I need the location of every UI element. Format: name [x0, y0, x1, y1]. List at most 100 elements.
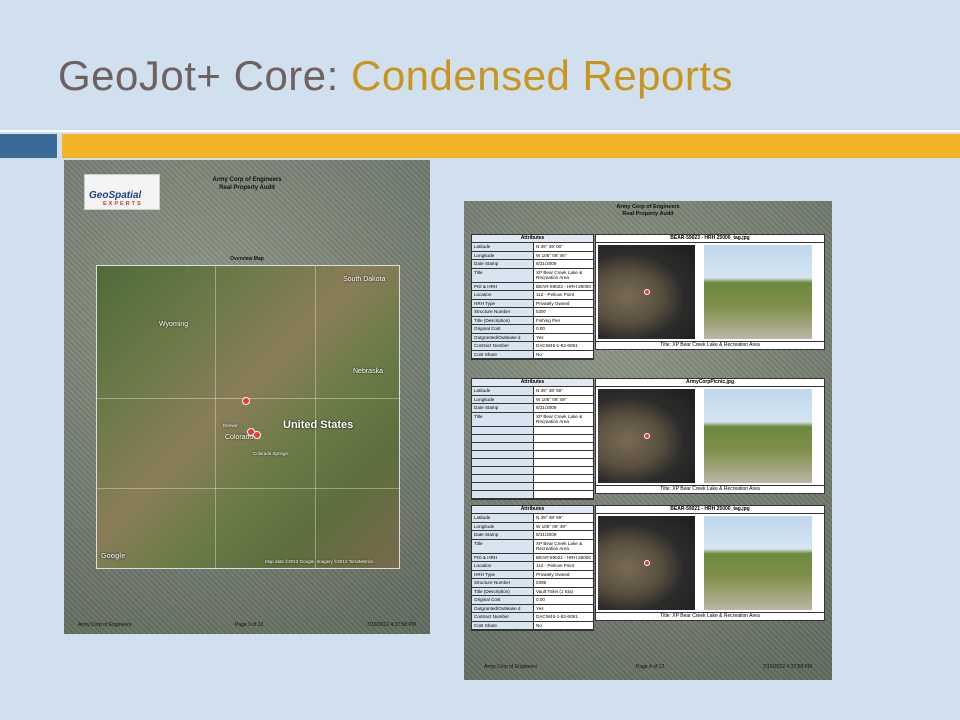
attribute-key: Original Cost	[472, 325, 534, 333]
logo-subtext: EXPERTS	[103, 201, 143, 207]
attribute-key: HRH Type	[472, 299, 534, 307]
attribute-value: 112 - Pelican Point	[534, 562, 593, 570]
report-footer: Army Corp of Engineers Page 3 of 12 7/10…	[78, 622, 416, 628]
aerial-photo[interactable]	[598, 245, 695, 339]
aerial-pin	[644, 289, 650, 295]
attribute-key	[472, 474, 534, 482]
attribute-row: Outgranted/Outlease d Yes	[472, 333, 593, 342]
attribute-key: Date Stamp	[472, 260, 534, 268]
report-header-org: Army Corp of Engineers	[212, 177, 282, 183]
attributes-heading: Attributes	[472, 379, 593, 387]
attributes-heading: Attributes	[472, 235, 593, 243]
map-pin[interactable]	[242, 397, 250, 405]
report-page-records: Army Corp of Engineers Real Property Aud…	[464, 201, 832, 680]
map-title: Overview Map	[230, 256, 264, 262]
attribute-value: 8/31/2009	[534, 404, 593, 412]
attribute-key: Title (Description)	[472, 316, 534, 324]
photo-title: BEAR-59021 - HRH 25000_tag.jpg	[596, 506, 824, 514]
attribute-row: Title XP Bear Creek Lake & Recreation Are…	[472, 412, 593, 427]
attributes-heading: Attributes	[472, 506, 593, 514]
attribute-row: Longitude W 105° 08' 46"	[472, 251, 593, 260]
attribute-row	[472, 482, 593, 491]
attribute-key	[472, 426, 534, 434]
attribute-row: Original Cost 0.00	[472, 325, 593, 334]
attribute-key: Title	[472, 412, 534, 426]
report-header-org: Army Corp of Engineers	[616, 204, 680, 210]
aerial-pin	[644, 433, 650, 439]
attribute-value	[534, 490, 593, 498]
attribute-value	[534, 450, 593, 458]
photo-caption: Title: XP Bear Creek Lake & Recreation A…	[596, 485, 824, 493]
map-label-colorado-springs: Colorado Springs	[253, 451, 288, 456]
attribute-value: XP Bear Creek Lake & Recreation Area	[534, 539, 593, 553]
photo-panel: ArmyCorpPicnic.jpg Title: XP Bear Creek L…	[595, 378, 825, 494]
site-photo[interactable]	[704, 516, 812, 610]
attribute-key: Title	[472, 268, 534, 282]
report-footer: Army Corp of Engineers Page 4 of 12 7/10…	[484, 664, 812, 670]
attribute-value: Fishing Pier	[534, 316, 593, 324]
report-header: Army Corp of Engineers Real Property Aud…	[64, 176, 430, 192]
map-label-south-dakota: South Dakota	[343, 276, 386, 283]
attribute-row: Original Cost 0.00	[472, 596, 593, 605]
footer-timestamp: 7/10/2012 4:37:58 PM	[366, 622, 416, 628]
attribute-key: Original Cost	[472, 596, 534, 604]
attribute-row: Outgranted/Outlease d Yes	[472, 604, 593, 613]
attribute-value: 0.00	[534, 325, 593, 333]
attribute-row: Latitude N 39° 38' 59"	[472, 387, 593, 396]
site-photo[interactable]	[704, 389, 812, 483]
overview-map[interactable]: Wyoming South Dakota Nebraska Colorado D…	[96, 265, 400, 569]
attribute-value: N 39° 38' 59"	[534, 387, 593, 395]
attribute-value	[534, 458, 593, 466]
photo-panel: BEAR-59021 - HRH 25000_tag.jpg Title: XP …	[595, 505, 825, 621]
attribute-row: Cost Share No	[472, 621, 593, 630]
accent-bar-blue	[0, 134, 57, 158]
footer-page: Page 3 of 12	[234, 622, 264, 628]
attribute-key: Date Stamp	[472, 404, 534, 412]
attributes-block: Attributes Latitude N 39° 38' 59" Longitude…	[471, 505, 594, 631]
attribute-row: Title (Description) Fishing Pier	[472, 316, 593, 325]
attribute-key: Structure Number	[472, 308, 534, 316]
attributes-table: Attributes Latitude N 39° 39' 00" Longitude…	[471, 234, 594, 360]
aerial-photo[interactable]	[598, 389, 695, 483]
attribute-value: 5397	[534, 308, 593, 316]
attribute-row: Title (Description) Vault Toilet (1 Sta)	[472, 587, 593, 596]
map-google-logo: Google	[101, 553, 126, 560]
photo-panel: BEAR-59023 - HRH 25000_tag.jpg Title: XP …	[595, 234, 825, 350]
attribute-key: Outgranted/Outlease d	[472, 604, 534, 612]
attribute-key: Contract Number	[472, 342, 534, 350]
photo-area	[596, 514, 824, 612]
photo-caption: Title: XP Bear Creek Lake & Recreation A…	[596, 341, 824, 349]
attribute-row: Longitude W 105° 08' 49"	[472, 395, 593, 404]
map-pin[interactable]	[253, 431, 261, 439]
attribute-key: Latitude	[472, 243, 534, 251]
attribute-value: 8/31/2009	[534, 260, 593, 268]
attribute-value	[534, 474, 593, 482]
attribute-value: XP Bear Creek Lake & Recreation Area	[534, 412, 593, 426]
attribute-key: Latitude	[472, 514, 534, 522]
attribute-value: No	[534, 621, 593, 629]
attribute-value: Yes	[534, 333, 593, 341]
map-label-wyoming: Wyoming	[159, 321, 189, 328]
attribute-value	[534, 434, 593, 442]
attribute-key: Longitude	[472, 251, 534, 259]
attribute-value	[534, 426, 593, 434]
accent-bar-gold	[62, 134, 960, 158]
attribute-value	[534, 442, 593, 450]
attribute-key: Latitude	[472, 387, 534, 395]
attributes-table: Attributes Latitude N 39° 38' 59" Longitude…	[471, 505, 594, 631]
report-header-subtitle: Real Property Audit	[622, 211, 674, 217]
attribute-value: 112 - Pelican Point	[534, 291, 593, 299]
divider-line	[0, 130, 960, 132]
attributes-table: Attributes Latitude N 39° 38' 59" Longitude…	[471, 378, 594, 500]
attribute-key: Longitude	[472, 522, 534, 530]
attribute-value: BEAR-59023 - HRH 25000	[534, 282, 593, 290]
attribute-row: Cost Share No	[472, 350, 593, 359]
site-photo[interactable]	[704, 245, 812, 339]
aerial-photo[interactable]	[598, 516, 695, 610]
attribute-row	[472, 458, 593, 467]
attribute-value	[534, 466, 593, 474]
map-label-united-states: United States	[283, 419, 354, 431]
title-main: GeoJot+ Core:	[58, 52, 339, 99]
attribute-value: N 39° 39' 00"	[534, 243, 593, 251]
attribute-key: Title	[472, 539, 534, 553]
